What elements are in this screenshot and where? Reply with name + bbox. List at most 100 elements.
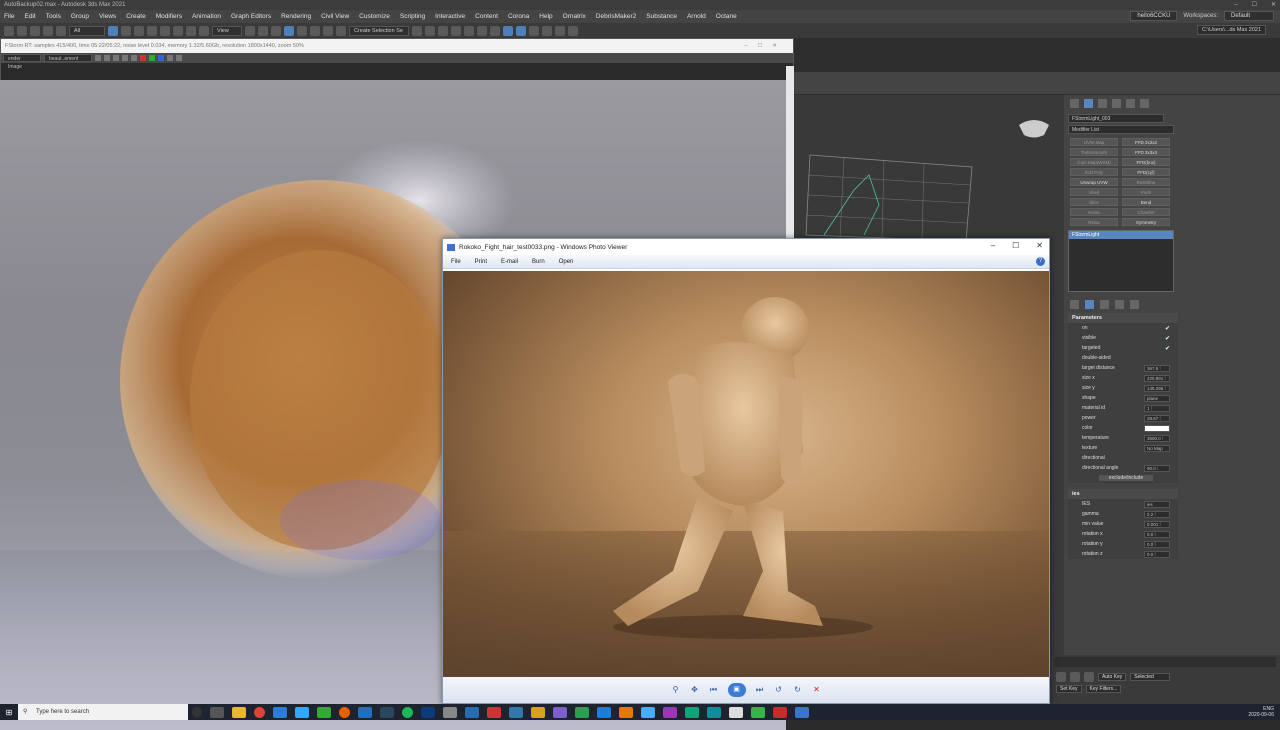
modifier-button[interactable]: Bend [1122, 198, 1170, 206]
cortana-icon[interactable] [192, 706, 202, 718]
layer-explorer-icon[interactable] [438, 26, 448, 36]
edge-icon[interactable] [273, 706, 287, 718]
display-tab-icon[interactable] [1126, 99, 1135, 108]
param-row[interactable]: on ✔ [1068, 323, 1178, 333]
red-channel-icon[interactable] [140, 55, 146, 61]
rotate-icon[interactable] [173, 26, 183, 36]
app-icon[interactable] [751, 706, 765, 718]
modifier-button[interactable]: Unwrap UVW [1070, 178, 1118, 186]
utilities-tab-icon[interactable] [1140, 99, 1149, 108]
menu-customize[interactable]: Customize [359, 13, 390, 20]
modify-tab-icon[interactable] [1084, 99, 1093, 108]
remove-modifier-icon[interactable] [1115, 300, 1124, 309]
menu-edit[interactable]: Edit [24, 13, 35, 20]
modifier-button[interactable]: FFD 2x2x2 [1122, 138, 1170, 146]
menu-rendering[interactable]: Rendering [281, 13, 311, 20]
param-row[interactable]: directional [1068, 453, 1178, 463]
render-setup-icon[interactable] [503, 26, 513, 36]
slideshow-icon[interactable]: ▣ [727, 683, 746, 697]
modifier-button[interactable]: Turbosmooth [1070, 148, 1118, 156]
app-icon[interactable] [729, 706, 743, 718]
photoshop-icon[interactable] [295, 706, 309, 718]
photo-image[interactable] [443, 271, 1049, 677]
key-filters-button[interactable]: Key Filters... [1085, 685, 1122, 693]
bind-icon[interactable] [56, 26, 66, 36]
modifier-button[interactable]: ReDefine [1122, 178, 1170, 186]
param-row[interactable]: min value 0.001 ⁞ [1068, 519, 1178, 529]
maximize-icon[interactable]: ☐ [1252, 0, 1257, 10]
actual-size-icon[interactable]: ✥ [690, 686, 700, 694]
menu-ornatrix[interactable]: Ornatrix [563, 13, 586, 20]
selection-filter-dropdown[interactable]: All [69, 26, 105, 36]
close-icon[interactable]: ✕ [1271, 0, 1276, 10]
color-swatch[interactable] [1144, 424, 1170, 432]
param-row[interactable]: size x 220.891 ⁞ [1068, 373, 1178, 383]
menu-group[interactable]: Group [71, 13, 89, 20]
snaps-toggle-icon[interactable] [284, 26, 294, 36]
menu-print[interactable]: Print [475, 259, 487, 265]
app-icon[interactable] [619, 706, 633, 718]
3dsmax-icon[interactable] [707, 706, 721, 718]
spinner-snap-icon[interactable] [323, 26, 333, 36]
unlink-icon[interactable] [43, 26, 53, 36]
app-icon[interactable] [531, 706, 545, 718]
place-icon[interactable] [199, 26, 209, 36]
move-icon[interactable] [160, 26, 170, 36]
modifier-button[interactable]: Edit Poly [1070, 168, 1118, 176]
modifier-button[interactable]: Slice [1070, 198, 1118, 206]
menu-open[interactable]: Open [559, 259, 574, 265]
user-account[interactable]: hello6CCKU [1130, 11, 1178, 21]
param-row[interactable]: material id 1 ⁞ [1068, 403, 1178, 413]
app-icon[interactable] [597, 706, 611, 718]
modifier-stack[interactable]: FStormLight [1068, 230, 1174, 292]
photoshop-2-icon[interactable] [421, 706, 435, 718]
delete-icon[interactable]: ✕ [812, 686, 822, 694]
param-row[interactable]: texture No Map [1068, 443, 1178, 453]
modifier-button[interactable]: Shell [1070, 188, 1118, 196]
menu-file[interactable]: File [4, 13, 14, 20]
param-row[interactable]: directional angle 90.0 ⁞ [1068, 463, 1178, 473]
render-window-controls[interactable]: –☐✕ [744, 39, 787, 53]
align-icon[interactable] [425, 26, 435, 36]
play-icon[interactable] [1070, 672, 1080, 682]
param-row[interactable]: rotation z 0.0 ⁞ [1068, 549, 1178, 559]
menu-scripting[interactable]: Scripting [400, 13, 425, 20]
a360-icon[interactable] [568, 26, 578, 36]
toggle-ribbon-icon[interactable] [451, 26, 461, 36]
menu-animation[interactable]: Animation [192, 13, 221, 20]
select-manipulate-icon[interactable] [258, 26, 268, 36]
modifier-list-dropdown[interactable]: Modifier List [1068, 125, 1174, 134]
vscode-icon[interactable] [358, 706, 372, 718]
file-explorer-icon[interactable] [232, 706, 246, 718]
param-row[interactable]: shape plane [1068, 393, 1178, 403]
object-name-field[interactable]: FStormLight_003 [1068, 114, 1164, 123]
clear-image-icon[interactable] [131, 55, 137, 61]
mono-icon[interactable] [176, 55, 182, 61]
curve-editor-icon[interactable] [464, 26, 474, 36]
app-icon[interactable] [641, 706, 655, 718]
start-icon[interactable]: ⊞ [0, 704, 18, 720]
taskbar-search[interactable]: ⚲ Type here to search [18, 704, 188, 720]
modifier-button[interactable]: UVW Map [1070, 138, 1118, 146]
menu-substance[interactable]: Substance [646, 13, 677, 20]
create-tab-icon[interactable] [1070, 99, 1079, 108]
rendered-frame-window-icon[interactable] [516, 26, 526, 36]
param-row[interactable]: temperature 3500.0 ⁞ [1068, 433, 1178, 443]
app-icon[interactable] [553, 706, 567, 718]
motion-tab-icon[interactable] [1112, 99, 1121, 108]
make-unique-icon[interactable] [1100, 300, 1109, 309]
firefox-icon[interactable] [339, 706, 350, 718]
menu-content[interactable]: Content [475, 13, 498, 20]
render-iterative-icon[interactable] [542, 26, 552, 36]
pin-stack-icon[interactable] [1070, 300, 1079, 309]
param-row[interactable]: rotation y 0.0 ⁞ [1068, 539, 1178, 549]
render-preset-dropdown[interactable]: beaut..ament [44, 54, 92, 62]
exclude-include-button[interactable]: exclude/include [1098, 475, 1154, 481]
param-row[interactable]: visible ✔ [1068, 333, 1178, 343]
app-icon[interactable] [773, 706, 787, 718]
set-key-button[interactable]: Set Key [1056, 685, 1082, 693]
menu-interactive[interactable]: Interactive [435, 13, 465, 20]
menu-modifiers[interactable]: Modifiers [156, 13, 182, 20]
select-by-name-icon[interactable] [121, 26, 131, 36]
modifier-button[interactable]: Noise [1070, 208, 1118, 216]
